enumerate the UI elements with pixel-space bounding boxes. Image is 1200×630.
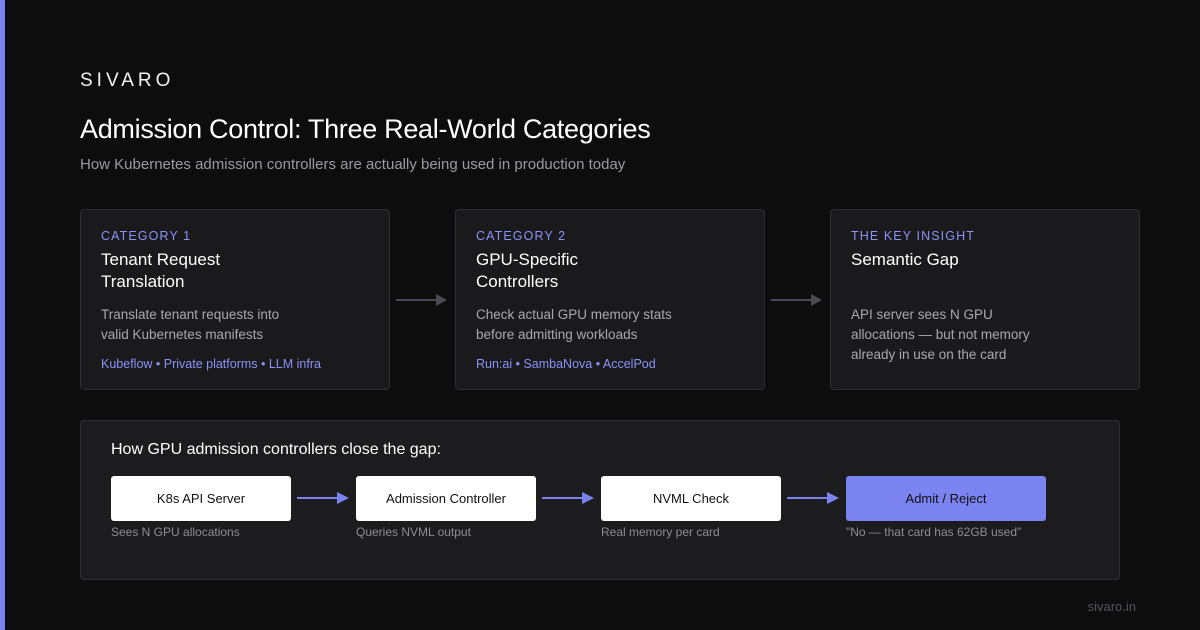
card-description: Translate tenant requests into valid Kub… (101, 307, 280, 342)
arrow-right-icon (787, 492, 839, 504)
step-caption: Sees N GPU allocations (111, 525, 240, 539)
card-title: GPU-Specific Controllers (476, 250, 579, 291)
step-nvml-check: NVML Check (601, 476, 781, 521)
card-tag: CATEGORY 1 (101, 229, 192, 243)
card-description: Check actual GPU memory stats before adm… (476, 307, 672, 342)
accent-bar (0, 0, 5, 630)
step-caption: "No — that card has 62GB used" (846, 525, 1022, 539)
arrow-right-icon (542, 492, 594, 504)
step-admission-controller: Admission Controller (356, 476, 536, 521)
card-title: Tenant Request Translation (101, 250, 221, 291)
card-examples: Run:ai • SambaNova • AccelPod (476, 357, 656, 371)
flow-panel: How GPU admission controllers close the … (80, 420, 1120, 580)
step-k8s-api-server: K8s API Server (111, 476, 291, 521)
arrow-right-icon (396, 294, 447, 306)
card-tag: THE KEY INSIGHT (851, 229, 975, 243)
arrow-right-icon (771, 294, 822, 306)
card-tag: CATEGORY 2 (476, 229, 567, 243)
category-card-1: CATEGORY 1 Tenant Request Translation Tr… (80, 209, 390, 390)
step-caption: Real memory per card (601, 525, 720, 539)
category-card-2: CATEGORY 2 GPU-Specific Controllers Chec… (455, 209, 765, 390)
card-examples: Kubeflow • Private platforms • LLM infra (101, 357, 321, 371)
key-insight-card: THE KEY INSIGHT Semantic Gap API server … (830, 209, 1140, 390)
footer-url: sivaro.in (1087, 599, 1136, 614)
flow-heading: How GPU admission controllers close the … (111, 441, 441, 458)
page-subtitle: How Kubernetes admission controllers are… (80, 156, 626, 173)
step-admit-reject: Admit / Reject (846, 476, 1046, 521)
arrow-right-icon (297, 492, 349, 504)
card-title: Semantic Gap (851, 250, 959, 269)
brand-logo: SIVARO (80, 70, 175, 91)
page-title: Admission Control: Three Real-World Cate… (80, 114, 651, 144)
card-description: API server sees N GPU allocations — but … (851, 307, 1030, 362)
step-caption: Queries NVML output (356, 525, 471, 539)
